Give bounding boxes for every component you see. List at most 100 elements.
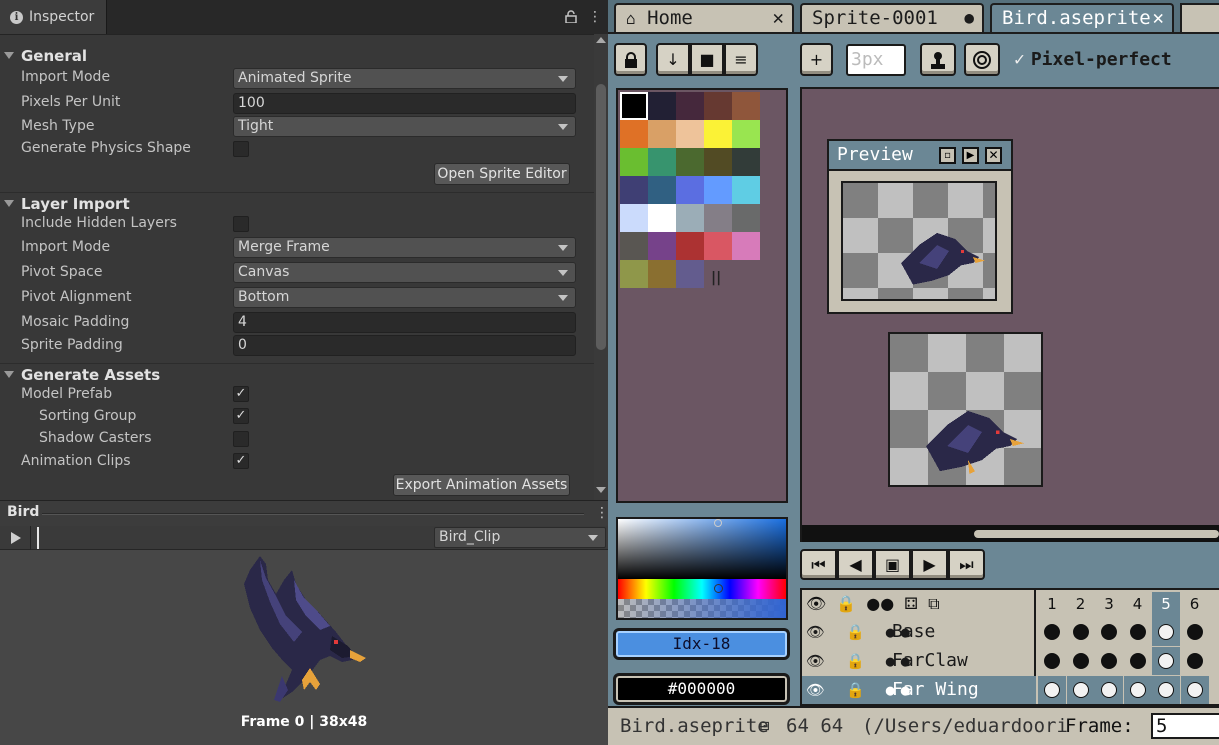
preview-window[interactable]: Preview ▫ ▶ ✕: [827, 139, 1013, 314]
onion-skin-icon[interactable]: ⚃: [904, 594, 918, 618]
color-hex-field[interactable]: #000000: [613, 673, 790, 705]
cel[interactable]: [1067, 647, 1095, 675]
palette-swatch[interactable]: [676, 120, 704, 148]
frame-field[interactable]: 5: [1151, 713, 1219, 739]
cel[interactable]: [1067, 618, 1095, 646]
cel[interactable]: [1180, 676, 1209, 704]
frame-header[interactable]: 1: [1038, 592, 1066, 620]
palette-swatch[interactable]: [620, 176, 648, 204]
palette-swatch[interactable]: [620, 148, 648, 176]
tab-overflow[interactable]: [1180, 3, 1219, 32]
scroll-down-icon[interactable]: [596, 487, 606, 493]
mosaic-padding-field[interactable]: 4: [233, 312, 576, 333]
color-picker[interactable]: [616, 517, 788, 620]
palette-swatch[interactable]: [676, 260, 704, 288]
sprite-canvas[interactable]: Preview ▫ ▶ ✕: [800, 87, 1219, 542]
palette-swatch[interactable]: [676, 204, 704, 232]
palette-swatch[interactable]: [704, 176, 732, 204]
palette-swatch[interactable]: [648, 232, 676, 260]
tab-bird-aseprite[interactable]: Bird.aseprite ✕: [990, 3, 1174, 32]
pivot-alignment-dropdown[interactable]: Bottom: [233, 287, 576, 308]
palette-swatch[interactable]: [676, 92, 704, 120]
symmetry-icon[interactable]: [964, 43, 1000, 76]
cel[interactable]: [1038, 618, 1066, 646]
next-frame-icon[interactable]: ▶: [911, 549, 948, 580]
cel[interactable]: [1123, 676, 1152, 704]
model-prefab-checkbox[interactable]: ✓: [233, 386, 249, 402]
unsaved-dot-icon[interactable]: ●: [964, 5, 974, 31]
main-sprite-canvas[interactable]: [888, 332, 1043, 487]
section-layer-import[interactable]: Layer Import: [4, 195, 130, 213]
layer-import-mode-dropdown[interactable]: Merge Frame: [233, 237, 576, 258]
preview-menu-icon[interactable]: ⋮: [595, 505, 608, 521]
scrollbar-thumb[interactable]: [974, 530, 1219, 538]
tab-home[interactable]: ⌂ Home ✕: [614, 3, 794, 32]
frame-header[interactable]: 6: [1181, 592, 1209, 620]
palette-swatch[interactable]: [620, 204, 648, 232]
open-sprite-editor-button[interactable]: Open Sprite Editor: [434, 163, 570, 185]
pixel-perfect-toggle[interactable]: ✓ Pixel-perfect: [1014, 49, 1172, 70]
timeline-scrubber[interactable]: [37, 527, 39, 549]
layer-row[interactable]: 👁 🔒 ●● Base: [802, 618, 1036, 646]
layer-row[interactable]: 👁 🔒 ●● FarClaw: [802, 647, 1036, 675]
pivot-space-dropdown[interactable]: Canvas: [233, 262, 576, 283]
palette-swatch[interactable]: [732, 176, 760, 204]
kebab-menu-icon[interactable]: ⋮: [588, 9, 602, 25]
lock-icon[interactable]: [565, 10, 577, 23]
cel[interactable]: [1095, 618, 1123, 646]
include-hidden-checkbox[interactable]: [233, 216, 249, 232]
palette-swatch[interactable]: [704, 232, 732, 260]
palette-swatch[interactable]: [732, 120, 760, 148]
visibility-icon[interactable]: 👁: [806, 594, 826, 618]
palette-swatch[interactable]: [648, 204, 676, 232]
generate-physics-checkbox[interactable]: [233, 141, 249, 157]
palette-swatch[interactable]: [648, 176, 676, 204]
cel[interactable]: [1152, 618, 1180, 646]
add-icon[interactable]: +: [800, 43, 833, 76]
play-icon[interactable]: ▶: [962, 147, 979, 164]
cel[interactable]: [1152, 647, 1180, 675]
cel[interactable]: [1181, 647, 1209, 675]
cel[interactable]: [1038, 647, 1066, 675]
palette-swatch[interactable]: [648, 148, 676, 176]
sorting-group-checkbox[interactable]: ✓: [233, 408, 249, 424]
lock-icon[interactable]: 🔒: [836, 594, 856, 618]
cel[interactable]: [1152, 676, 1180, 704]
center-icon[interactable]: ▫: [939, 147, 956, 164]
cel[interactable]: [1124, 618, 1152, 646]
palette-swatch[interactable]: [704, 120, 732, 148]
import-mode-dropdown[interactable]: Animated Sprite: [233, 68, 576, 89]
layer-link-icon[interactable]: ⧉: [928, 594, 939, 618]
palette-swatch[interactable]: [620, 232, 648, 260]
play-icon[interactable]: [11, 532, 21, 544]
palette-swatch[interactable]: [676, 176, 704, 204]
alpha-slider[interactable]: [618, 599, 786, 618]
saturation-value-area[interactable]: [618, 519, 786, 579]
first-frame-icon[interactable]: ⏮: [800, 549, 837, 580]
palette-swatch[interactable]: [732, 232, 760, 260]
cel[interactable]: [1124, 647, 1152, 675]
cel[interactable]: [1095, 676, 1123, 704]
download-icon[interactable]: ↓: [656, 43, 690, 76]
lock-icon[interactable]: [614, 43, 647, 76]
hue-slider[interactable]: [618, 579, 786, 599]
color-index-field[interactable]: Idx-18: [613, 628, 790, 660]
stop-square-icon[interactable]: ■: [690, 43, 724, 76]
palette-swatch[interactable]: [676, 148, 704, 176]
scrollbar-thumb[interactable]: [596, 84, 606, 350]
palette-swatch[interactable]: [648, 120, 676, 148]
section-general[interactable]: General: [4, 47, 87, 65]
palette-swatch[interactable]: [732, 92, 760, 120]
preview-titlebar[interactable]: Preview ▫ ▶ ✕: [829, 141, 1011, 171]
palette-swatch[interactable]: [732, 204, 760, 232]
last-frame-icon[interactable]: ⏭: [948, 549, 985, 580]
cel[interactable]: [1095, 647, 1123, 675]
palette-swatch[interactable]: [704, 92, 732, 120]
palette-swatch[interactable]: [620, 92, 648, 120]
palette-swatch[interactable]: [676, 232, 704, 260]
animation-clips-checkbox[interactable]: ✓: [233, 453, 249, 469]
inspector-tab[interactable]: i Inspector: [0, 0, 107, 34]
layer-row[interactable]: 👁 🔒 ●● Far Wing: [802, 676, 1036, 704]
pixels-per-unit-field[interactable]: 100: [233, 93, 576, 114]
animation-clip-dropdown[interactable]: Bird_Clip: [434, 527, 606, 548]
